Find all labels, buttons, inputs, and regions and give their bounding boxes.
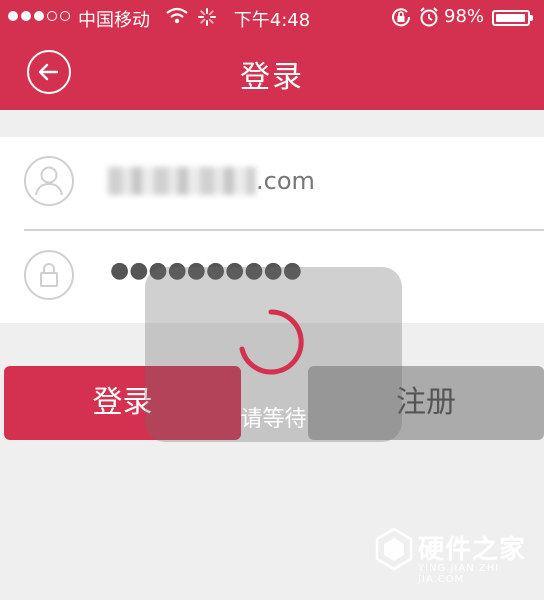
email-domain-text: .com [256, 167, 315, 195]
email-field[interactable]: .com [0, 137, 544, 228]
battery-percent: 98% [444, 6, 485, 27]
watermark: 硬件之家 YING JIAN ZHI JIA.COM [374, 527, 544, 587]
blurred-email-username [108, 167, 256, 195]
alarm-clock-icon [418, 6, 440, 33]
loading-overlay: 请等待 [145, 267, 402, 442]
nav-bar: 登录 [0, 34, 544, 110]
lock-icon [24, 250, 74, 300]
watermark-name: 硬件之家 [418, 535, 527, 565]
status-bar: 中国移动 下午4:48 98% [0, 0, 544, 34]
battery-icon [492, 10, 533, 26]
loading-text: 请等待 [240, 407, 307, 432]
loading-spinner-icon [239, 309, 304, 375]
rotation-lock-icon [390, 6, 412, 33]
user-icon [24, 156, 74, 206]
watermark-url: YING JIAN ZHI JIA.COM [418, 563, 500, 585]
page-title: 登录 [240, 60, 304, 95]
watermark-logo-icon [375, 527, 413, 571]
